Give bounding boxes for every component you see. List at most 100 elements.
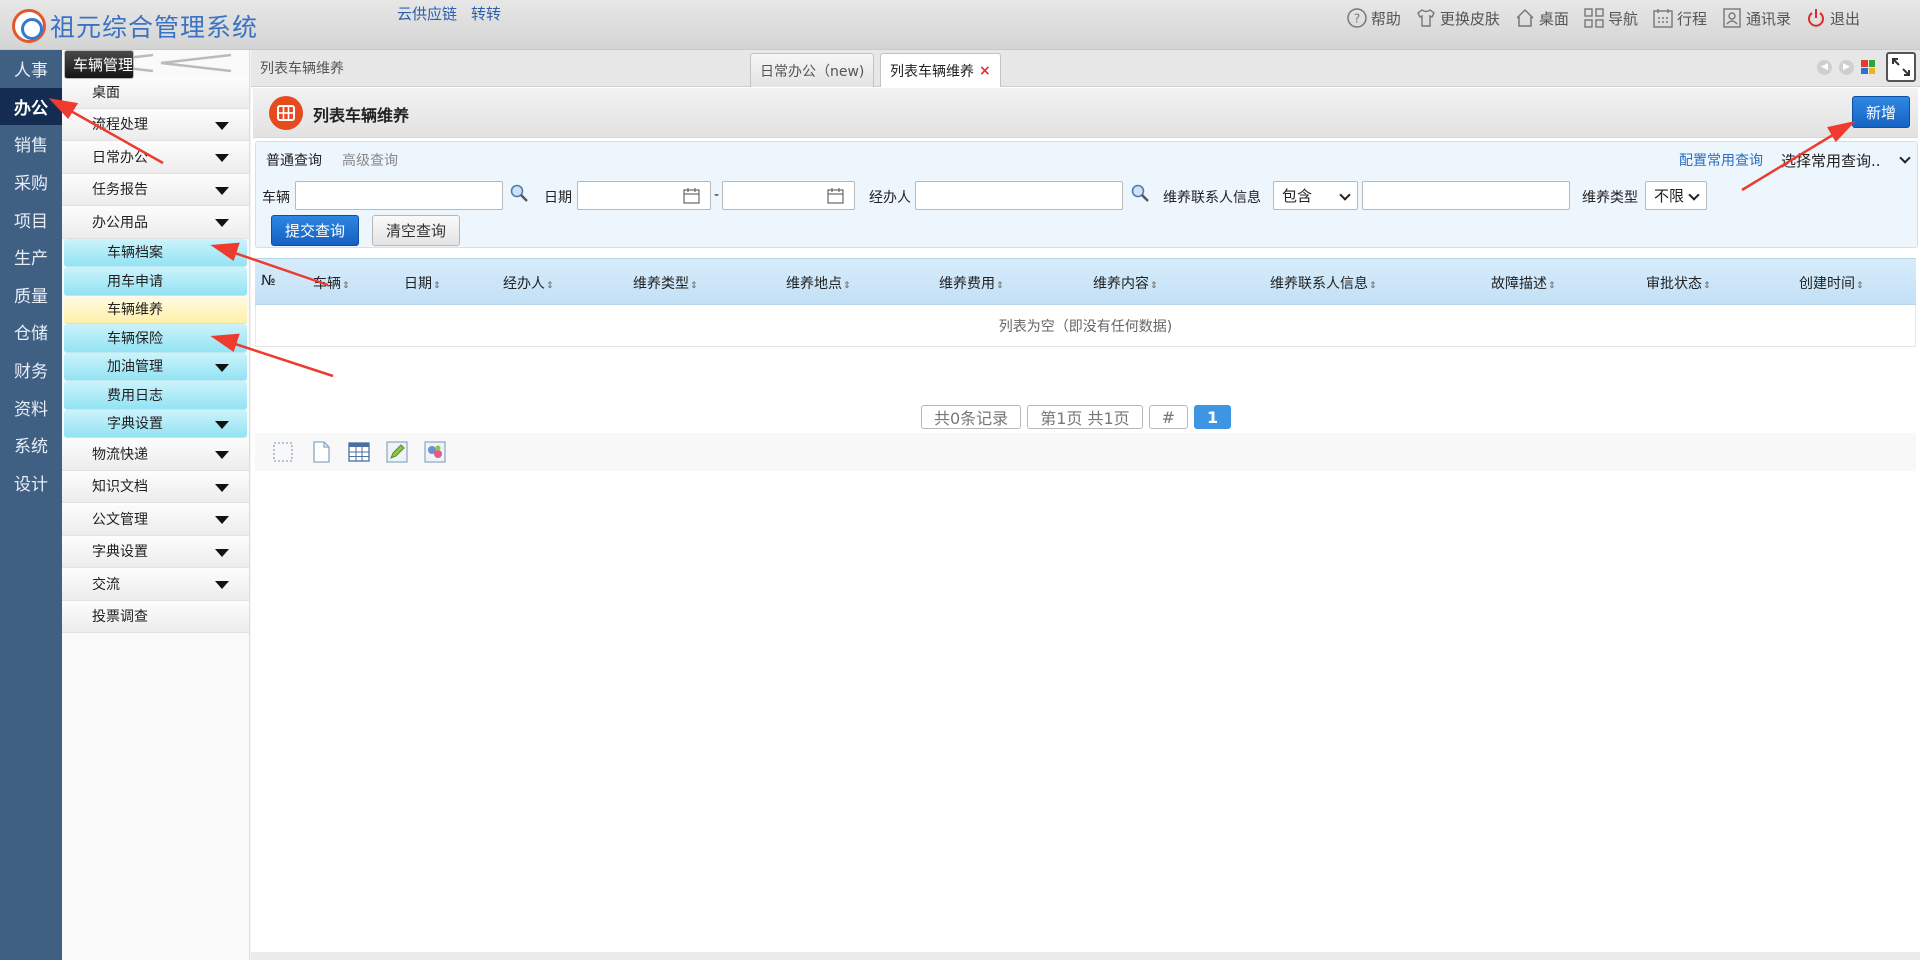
- tab-advanced-query[interactable]: 高级查询: [342, 150, 398, 170]
- calendar-icon[interactable]: [683, 188, 700, 204]
- common-query-select[interactable]: 选择常用查询..: [1781, 148, 1913, 172]
- module-project[interactable]: 项目: [0, 200, 62, 238]
- menu-daily-office[interactable]: 日常办公: [62, 141, 249, 174]
- menu-desktop[interactable]: 桌面: [62, 76, 249, 109]
- change-skin-button[interactable]: 更换皮肤: [1415, 7, 1500, 29]
- app-logo[interactable]: 祖元综合管理系统: [12, 8, 258, 44]
- column-header-content[interactable]: 维养内容⇕: [1093, 273, 1158, 293]
- sort-icon: ⇕: [1150, 281, 1158, 291]
- tab-menu-icon[interactable]: [1861, 60, 1875, 74]
- add-new-button[interactable]: 新增: [1852, 96, 1910, 128]
- tab-normal-query[interactable]: 普通查询: [266, 150, 322, 170]
- edit-icon[interactable]: [385, 440, 409, 464]
- maintenance-type-select[interactable]: 不限: [1645, 181, 1707, 210]
- table-toolbar: [255, 433, 1916, 471]
- pager-jump-button[interactable]: #: [1148, 405, 1189, 429]
- table-icon[interactable]: [347, 440, 371, 464]
- menu-vote-survey[interactable]: 投票调查: [62, 600, 249, 633]
- calendar-icon[interactable]: [827, 188, 844, 204]
- menu-office-supplies[interactable]: 办公用品: [62, 206, 249, 239]
- main-content: 列表车辆维养 日常办公（new) 列表车辆维养 × ◀ ▶ 列表车辆维养 新增 普…: [251, 50, 1920, 952]
- pager-current-page[interactable]: 1: [1194, 405, 1232, 429]
- logo-icon: [12, 9, 46, 43]
- fullscreen-icon[interactable]: [1886, 52, 1916, 82]
- link-zhuanzhuan[interactable]: 转转: [471, 3, 501, 24]
- column-header-created[interactable]: 创建时间⇕: [1799, 273, 1864, 293]
- select-area-icon[interactable]: [271, 440, 295, 464]
- chart-icon[interactable]: [423, 440, 447, 464]
- document-icon[interactable]: [309, 440, 333, 464]
- module-design[interactable]: 设计: [0, 464, 62, 502]
- module-office[interactable]: 办公: [0, 87, 62, 126]
- column-header-type[interactable]: 维养类型⇕: [633, 273, 698, 293]
- caret-down-icon: [215, 121, 229, 130]
- column-header-location[interactable]: 维养地点⇕: [786, 273, 851, 293]
- vehicle-input[interactable]: [295, 181, 503, 210]
- menu-official-docs[interactable]: 公文管理: [62, 503, 249, 536]
- menu-item-label: 交流: [92, 576, 120, 593]
- menu-task-report[interactable]: 任务报告: [62, 173, 249, 206]
- menu-process[interactable]: 流程处理: [62, 108, 249, 141]
- menu-item-label: 公文管理: [92, 511, 148, 528]
- contacts-icon: [1721, 7, 1743, 29]
- column-header-approval[interactable]: 审批状态⇕: [1646, 273, 1711, 293]
- module-finance[interactable]: 财务: [0, 351, 62, 389]
- contact-input[interactable]: [1362, 181, 1570, 210]
- tab-close-icon[interactable]: ×: [979, 63, 991, 79]
- contacts-button[interactable]: 通讯录: [1721, 7, 1791, 29]
- submenu-vehicle-archive[interactable]: 车辆档案: [64, 238, 247, 267]
- tab-scroll-left-icon[interactable]: ◀: [1817, 59, 1832, 75]
- help-button[interactable]: ? 帮助: [1346, 7, 1401, 29]
- navigation-button[interactable]: 导航: [1583, 7, 1638, 29]
- module-sales[interactable]: 销售: [0, 125, 62, 163]
- query-fields-row: 车辆 日期 - 经办人 维养联系人信息 包含 维养类型 不限: [262, 181, 1912, 211]
- module-warehouse[interactable]: 仓储: [0, 313, 62, 351]
- caret-down-icon: [215, 186, 229, 195]
- submenu-expense-log[interactable]: 费用日志: [64, 381, 247, 410]
- module-purchase[interactable]: 采购: [0, 163, 62, 201]
- clear-query-button[interactable]: 清空查询: [372, 215, 460, 246]
- column-header-label: 维养费用: [939, 276, 995, 292]
- search-icon[interactable]: [509, 183, 529, 203]
- menu-dictionary[interactable]: 字典设置: [62, 535, 249, 568]
- date-start-input[interactable]: [577, 181, 711, 210]
- schedule-button[interactable]: 行程: [1652, 7, 1707, 29]
- column-header-vehicle[interactable]: 车辆⇕: [313, 273, 350, 293]
- submit-query-button[interactable]: 提交查询: [271, 215, 359, 246]
- module-hr[interactable]: 人事: [0, 50, 62, 88]
- submenu-fuel-management[interactable]: 加油管理: [64, 352, 247, 381]
- tab-vehicle-maintenance[interactable]: 列表车辆维养 ×: [880, 53, 1001, 87]
- submenu-dictionary[interactable]: 字典设置: [64, 409, 247, 438]
- logout-button[interactable]: 退出: [1805, 7, 1860, 29]
- module-data[interactable]: 资料: [0, 388, 62, 426]
- sort-icon: ⇕: [1856, 281, 1864, 291]
- module-quality[interactable]: 质量: [0, 276, 62, 314]
- desktop-button[interactable]: 桌面: [1514, 7, 1569, 29]
- menu-logistics[interactable]: 物流快递: [62, 438, 249, 471]
- submenu-vehicle-maintenance[interactable]: 车辆维养: [64, 295, 247, 324]
- menu-desktop-label: 桌面: [92, 84, 120, 101]
- menu-communication[interactable]: 交流: [62, 568, 249, 601]
- tab-scroll-right-icon[interactable]: ▶: [1839, 59, 1854, 75]
- submenu-vehicle-request[interactable]: 用车申请: [64, 267, 247, 296]
- search-icon[interactable]: [1130, 183, 1150, 203]
- sort-icon: ⇕: [546, 281, 554, 291]
- tab-label: 日常办公（new): [760, 63, 865, 80]
- config-common-query-link[interactable]: 配置常用查询: [1679, 150, 1763, 170]
- column-header-handler[interactable]: 经办人⇕: [503, 273, 554, 293]
- column-header-cost[interactable]: 维养费用⇕: [939, 273, 1004, 293]
- submenu-vehicle-insurance[interactable]: 车辆保险: [64, 324, 247, 353]
- column-header-fault[interactable]: 故障描述⇕: [1491, 273, 1556, 293]
- column-header-label: 维养地点: [786, 276, 842, 292]
- date-end-input[interactable]: [722, 181, 855, 210]
- column-header-contact[interactable]: 维养联系人信息⇕: [1270, 273, 1377, 293]
- tab-daily-office[interactable]: 日常办公（new): [750, 53, 875, 87]
- handler-input[interactable]: [915, 181, 1123, 210]
- module-system[interactable]: 系统: [0, 426, 62, 464]
- column-header-date[interactable]: 日期⇕: [404, 273, 441, 293]
- link-cloud-supply[interactable]: 云供应链: [397, 3, 457, 24]
- module-production[interactable]: 生产: [0, 238, 62, 276]
- menu-vehicle-management[interactable]: 车辆管理: [64, 50, 135, 79]
- menu-knowledge-docs[interactable]: 知识文档: [62, 470, 249, 503]
- contact-mode-select[interactable]: 包含: [1273, 181, 1358, 210]
